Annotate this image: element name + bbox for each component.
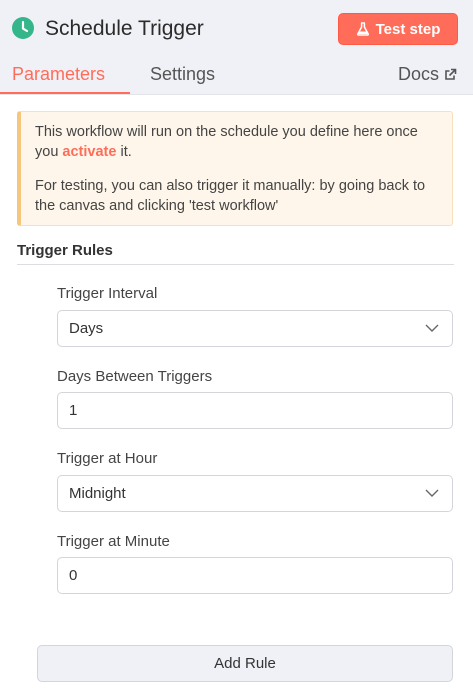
days-between-triggers-label: Days Between Triggers (57, 368, 213, 385)
tab-docs-label: Docs (398, 64, 440, 84)
trigger-interval-label: Trigger Interval (57, 285, 158, 302)
activation-notice: This workflow will run on the schedule y… (17, 111, 453, 226)
external-link-icon (445, 68, 457, 80)
tab-parameters[interactable]: Parameters (12, 62, 105, 86)
trigger-at-minute-value: 0 (69, 567, 78, 584)
activate-link[interactable]: activate (62, 144, 116, 160)
add-rule-button[interactable]: Add Rule (37, 645, 453, 682)
flask-icon (356, 22, 369, 36)
days-between-triggers-value: 1 (69, 402, 78, 419)
node-header: Schedule Trigger Test step Parameters Se… (0, 0, 473, 95)
test-step-button[interactable]: Test step (338, 13, 458, 45)
section-title: Trigger Rules (17, 242, 113, 259)
trigger-at-minute-input[interactable]: 0 (57, 557, 453, 594)
node-title: Schedule Trigger (45, 17, 204, 40)
trigger-interval-value: Days (69, 320, 104, 337)
notice-testing-text: For testing, you can also trigger it man… (35, 178, 426, 214)
trigger-at-hour-value: Midnight (69, 485, 126, 502)
notice-activate-text: This workflow will run on the schedule y… (35, 124, 418, 160)
days-between-triggers-input[interactable]: 1 (57, 392, 453, 429)
chevron-down-icon (425, 489, 439, 497)
trigger-interval-select[interactable]: Days (57, 310, 453, 347)
tab-docs[interactable]: Docs (398, 62, 457, 86)
tab-settings[interactable]: Settings (150, 62, 215, 86)
trigger-at-hour-select[interactable]: Midnight (57, 475, 453, 512)
trigger-at-minute-label: Trigger at Minute (57, 533, 170, 550)
header-divider (0, 94, 473, 95)
chevron-down-icon (425, 324, 439, 332)
section-divider (17, 264, 454, 265)
trigger-at-hour-label: Trigger at Hour (57, 450, 158, 467)
test-step-label: Test step (375, 20, 441, 38)
clock-icon (12, 17, 34, 39)
